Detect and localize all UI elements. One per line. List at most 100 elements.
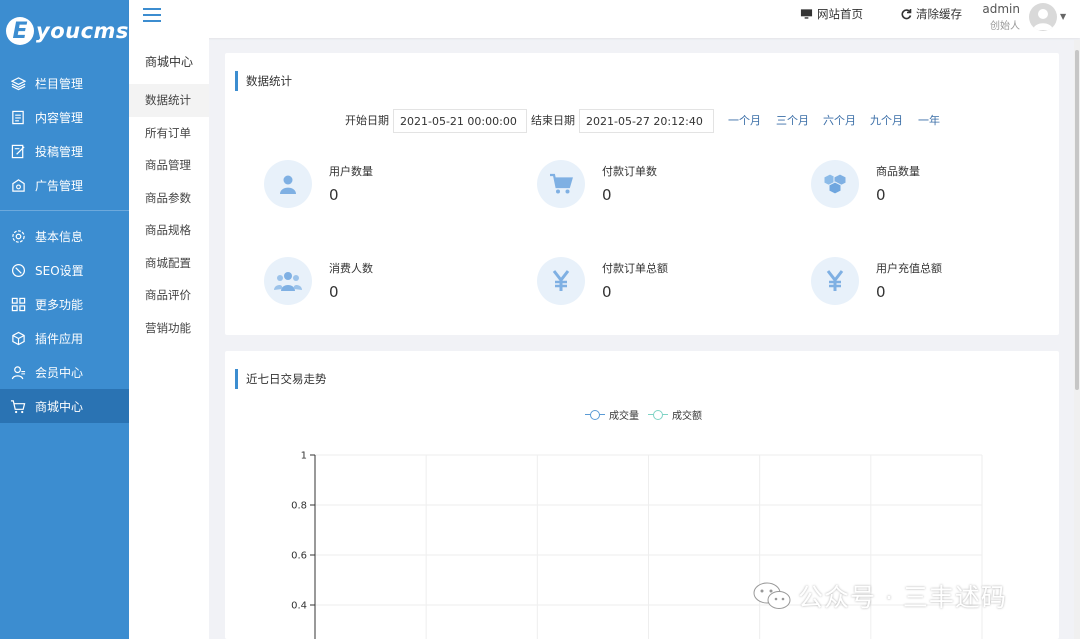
subnav-item-statistics[interactable]: 数据统计 xyxy=(129,84,209,117)
start-date-input[interactable] xyxy=(393,109,527,133)
range-1-month[interactable]: 一个月 xyxy=(728,109,761,133)
boxes-icon xyxy=(811,160,859,208)
start-date-label: 开始日期 xyxy=(345,114,389,127)
y-tick-label: 0.6 xyxy=(291,551,307,562)
stat-user-count: 用户数量 0 xyxy=(264,160,524,210)
sidebar-item-label: 更多功能 xyxy=(35,297,84,312)
sidebar-item-more[interactable]: 更多功能 xyxy=(0,287,129,321)
stat-label: 用户数量 xyxy=(329,165,373,178)
stats-panel-title: 数据统计 xyxy=(235,71,292,91)
logo-mark: E xyxy=(6,17,34,45)
subnav-item-params[interactable]: 商品参数 xyxy=(129,182,209,215)
sidebar-item-label: 插件应用 xyxy=(35,331,84,346)
stat-value: 0 xyxy=(876,186,886,204)
menu-toggle-icon[interactable] xyxy=(143,8,161,24)
sidebar-item-plugins[interactable]: 插件应用 xyxy=(0,321,129,355)
sidebar-item-label: 会员中心 xyxy=(35,365,84,380)
cube-icon xyxy=(10,330,26,346)
gear-icon xyxy=(10,228,26,244)
subnav-item-marketing[interactable]: 营销功能 xyxy=(129,312,209,345)
yen-icon xyxy=(537,257,585,305)
end-date-label: 结束日期 xyxy=(531,114,575,127)
y-tick-label: 0.8 xyxy=(291,501,307,512)
sidebar-item-seo[interactable]: SEO设置 xyxy=(0,253,129,287)
chevron-down-icon[interactable]: ▼ xyxy=(1060,12,1066,21)
user-role: 创始人 xyxy=(990,21,1020,32)
edit-icon xyxy=(10,143,26,159)
watermark: 公众号 · 三丰述码 xyxy=(752,576,1007,616)
stat-consumers: 消费人数 0 xyxy=(264,257,524,307)
sidebar-item-basic-info[interactable]: 基本信息 xyxy=(0,219,129,253)
sidebar-item-content[interactable]: 内容管理 xyxy=(0,100,129,134)
stat-label: 商品数量 xyxy=(876,165,920,178)
y-tick-label: 1 xyxy=(301,451,307,462)
sidebar-item-columns[interactable]: 栏目管理 xyxy=(0,66,129,100)
stat-paid-orders: 付款订单数 0 xyxy=(537,160,797,210)
user-icon xyxy=(264,160,312,208)
secondary-sidebar: 商城中心 数据统计 所有订单 商品管理 商品参数 商品规格 商城配置 商品评价 … xyxy=(129,38,209,639)
range-1-year[interactable]: 一年 xyxy=(918,109,940,133)
user-menu[interactable]: admin 创始人 xyxy=(980,2,1020,32)
group-icon xyxy=(264,257,312,305)
sidebar-divider xyxy=(0,210,129,211)
sidebar-item-mall[interactable]: 商城中心 xyxy=(0,389,129,423)
sidebar-item-members[interactable]: 会员中心 xyxy=(0,355,129,389)
cart-icon xyxy=(537,160,585,208)
subnav-item-orders[interactable]: 所有订单 xyxy=(129,117,209,150)
sidebar-item-label: 投稿管理 xyxy=(35,144,84,159)
cart-icon xyxy=(10,398,26,414)
stat-label: 付款订单总额 xyxy=(602,262,668,275)
logo-text: youcms xyxy=(36,19,129,43)
clear-cache-button[interactable]: 清除缓存 xyxy=(900,0,962,28)
stat-label: 消费人数 xyxy=(329,262,373,275)
stat-value: 0 xyxy=(876,283,886,301)
end-date-input[interactable] xyxy=(579,109,714,133)
seo-icon xyxy=(10,262,26,278)
scrollbar-thumb[interactable] xyxy=(1075,50,1079,390)
sidebar-group-content: 栏目管理 内容管理 投稿管理 广告管理 xyxy=(0,62,129,206)
logo[interactable]: E youcms xyxy=(0,0,129,62)
sidebar-item-ads[interactable]: 广告管理 xyxy=(0,168,129,202)
wechat-icon xyxy=(753,582,791,609)
sidebar-group-system: 基本信息 SEO设置 更多功能 插件应用 会员中心 商城中心 xyxy=(0,215,129,427)
monitor-icon xyxy=(800,8,813,20)
stat-label: 付款订单数 xyxy=(602,165,657,178)
stat-value: 0 xyxy=(329,283,339,301)
range-9-months[interactable]: 九个月 xyxy=(870,109,903,133)
stat-product-count: 商品数量 0 xyxy=(811,160,1071,210)
ad-icon xyxy=(10,177,26,193)
y-tick-label: 0.4 xyxy=(291,601,307,612)
stat-value: 0 xyxy=(602,186,612,204)
layers-icon xyxy=(10,75,26,91)
site-home-link[interactable]: 网站首页 xyxy=(800,0,863,28)
stats-panel: 数据统计 开始日期 结束日期 一个月 三个月 六个月 九个月 一年 用户数量 0… xyxy=(225,53,1059,335)
avatar[interactable] xyxy=(1029,3,1057,31)
sidebar-item-label: 栏目管理 xyxy=(35,76,84,91)
user-name: admin xyxy=(982,2,1020,16)
range-3-months[interactable]: 三个月 xyxy=(776,109,809,133)
page-scrollbar[interactable] xyxy=(1074,40,1080,639)
range-6-months[interactable]: 六个月 xyxy=(823,109,856,133)
subnav-item-reviews[interactable]: 商品评价 xyxy=(129,279,209,312)
stat-recharge-total: 用户充值总额 0 xyxy=(811,257,1071,307)
apps-icon xyxy=(10,296,26,312)
main-sidebar: E youcms 栏目管理 内容管理 投稿管理 广告管理 基本信息 SEO设置 xyxy=(0,0,129,639)
stat-value: 0 xyxy=(602,283,612,301)
sidebar-item-label: 内容管理 xyxy=(35,110,84,125)
sidebar-item-submissions[interactable]: 投稿管理 xyxy=(0,134,129,168)
stat-label: 用户充值总额 xyxy=(876,262,942,275)
watermark-text: 公众号 · 三丰述码 xyxy=(798,583,1007,612)
date-filter-row: 开始日期 结束日期 一个月 三个月 六个月 九个月 一年 xyxy=(225,109,1059,133)
subnav-item-products[interactable]: 商品管理 xyxy=(129,149,209,182)
sidebar-item-label: 商城中心 xyxy=(35,399,84,414)
stat-value: 0 xyxy=(329,186,339,204)
sidebar-item-label: SEO设置 xyxy=(35,263,84,278)
clear-cache-label: 清除缓存 xyxy=(916,7,962,21)
document-icon xyxy=(10,109,26,125)
subnav-item-specs[interactable]: 商品规格 xyxy=(129,214,209,247)
sidebar-item-label: 广告管理 xyxy=(35,178,84,193)
user-icon xyxy=(10,364,26,380)
site-home-label: 网站首页 xyxy=(817,7,863,21)
subnav-item-config[interactable]: 商城配置 xyxy=(129,247,209,280)
top-header: 网站首页 清除缓存 admin 创始人 ▼ xyxy=(129,0,1080,38)
